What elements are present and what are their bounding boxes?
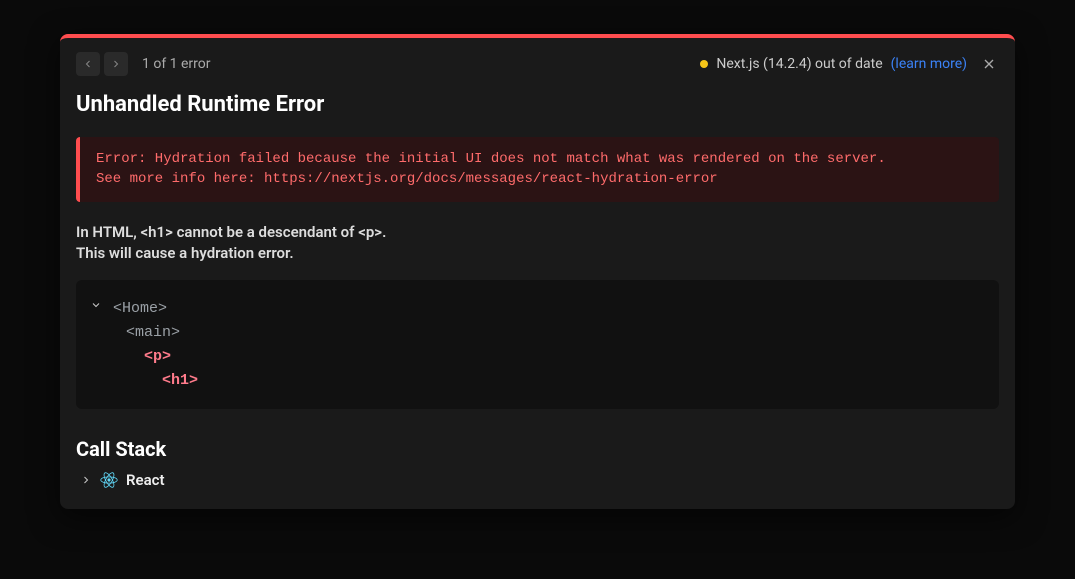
learn-more-link[interactable]: (learn more): [891, 56, 967, 72]
topbar-left: 1 of 1 error: [76, 52, 211, 76]
error-panel: 1 of 1 error Next.js (14.2.4) out of dat…: [60, 34, 1015, 509]
secondary-message: In HTML, <h1> cannot be a descendant of …: [60, 218, 1015, 280]
chevron-down-icon: [90, 296, 104, 320]
version-status: Next.js (14.2.4) out of date (learn more…: [700, 56, 967, 72]
nav-arrows: [76, 52, 128, 76]
status-text: Next.js (14.2.4) out of date: [716, 56, 882, 72]
arrow-left-icon: [82, 58, 94, 70]
callstack-label: React: [126, 471, 165, 489]
callstack-title: Call Stack: [60, 437, 1015, 471]
tree-row-home[interactable]: <Home>: [90, 296, 985, 321]
error-line-1: Error: Hydration failed because the init…: [96, 149, 983, 169]
tree-tag-home: <Home>: [113, 300, 167, 317]
secondary-line-2: This will cause a hydration error.: [76, 243, 999, 264]
tree-row-main: <main>: [90, 321, 985, 345]
close-button[interactable]: [979, 54, 999, 74]
status-dot-icon: [700, 60, 708, 68]
secondary-line-1: In HTML, <h1> cannot be a descendant of …: [76, 222, 999, 243]
error-count: 1 of 1 error: [142, 56, 211, 72]
next-error-button[interactable]: [104, 52, 128, 76]
page-title: Unhandled Runtime Error: [60, 86, 1015, 133]
component-tree: <Home> <main> <p> <h1>: [76, 280, 999, 409]
tree-tag-main: <main>: [126, 324, 180, 341]
chevron-right-icon: [80, 474, 92, 486]
react-icon: [100, 471, 118, 489]
callstack-item-react[interactable]: React: [60, 471, 1015, 509]
tree-tag-h1: <h1>: [162, 372, 198, 389]
tree-row-h1: <h1>: [90, 369, 985, 393]
topbar: 1 of 1 error Next.js (14.2.4) out of dat…: [60, 38, 1015, 86]
prev-error-button[interactable]: [76, 52, 100, 76]
error-line-2: See more info here: https://nextjs.org/d…: [96, 169, 983, 189]
error-message-box: Error: Hydration failed because the init…: [76, 137, 999, 202]
close-icon: [981, 56, 997, 72]
tree-row-p: <p>: [90, 345, 985, 369]
arrow-right-icon: [110, 58, 122, 70]
topbar-right: Next.js (14.2.4) out of date (learn more…: [700, 54, 999, 74]
tree-tag-p: <p>: [144, 348, 171, 365]
